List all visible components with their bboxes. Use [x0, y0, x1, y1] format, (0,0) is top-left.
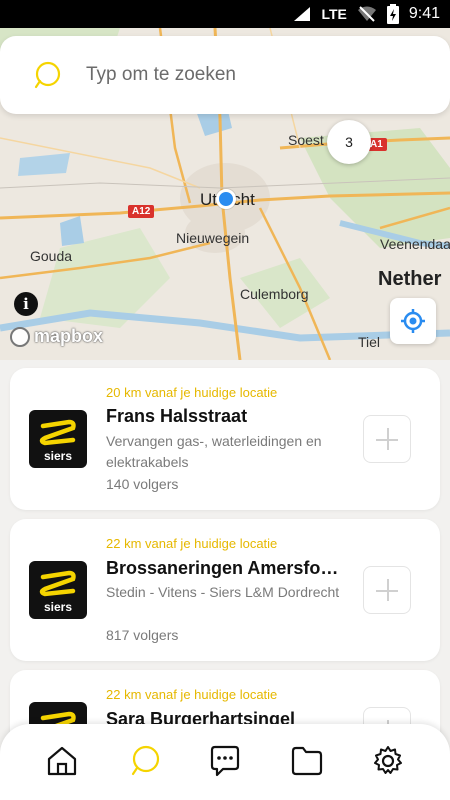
chat-icon[interactable] — [208, 744, 242, 778]
mapbox-logo-icon — [10, 326, 30, 347]
map-label-nieuwegein: Nieuwegein — [176, 230, 250, 246]
project-name: Brossaneringen Amersfo… — [106, 558, 339, 578]
map-label-veenendaal: Veenendaal — [380, 236, 450, 252]
network-type: LTE — [321, 6, 347, 22]
mapbox-attribution[interactable]: mapbox — [10, 326, 103, 347]
signal-icon — [294, 7, 311, 21]
search-icon[interactable] — [128, 744, 162, 778]
project-distance: 22 km vanaf je huidige locatie — [106, 536, 278, 551]
map-label-netherlands: Nether — [378, 268, 442, 290]
follow-button[interactable] — [363, 415, 411, 463]
status-bar: LTE 9:41 — [0, 0, 450, 28]
map-label-culemborg: Culemborg — [240, 286, 309, 302]
project-logo: siers — [29, 410, 87, 468]
locate-me-button[interactable] — [390, 298, 436, 344]
crosshair-icon — [401, 309, 425, 333]
svg-text:siers: siers — [44, 449, 72, 463]
siers-logo-icon: siers — [39, 419, 76, 463]
search-input[interactable]: Typ om te zoeken — [86, 64, 236, 86]
project-logo: siers — [29, 561, 87, 619]
battery-charging-icon — [386, 4, 399, 24]
map-label-gouda: Gouda — [30, 248, 73, 264]
project-distance: 20 km vanaf je huidige locatie — [106, 385, 278, 400]
project-followers: 140 volgers — [106, 476, 179, 492]
project-card[interactable]: siers 22 km vanaf je huidige locatie Bro… — [10, 519, 440, 661]
project-followers: 817 volgers — [106, 627, 179, 643]
map-label-tiel: Tiel — [358, 334, 381, 350]
info-icon[interactable]: i — [14, 292, 38, 316]
search-icon — [34, 61, 61, 89]
project-card[interactable]: siers 20 km vanaf je huidige locatie Fra… — [10, 368, 440, 510]
project-name: Frans Halsstraat — [106, 406, 248, 426]
map-cluster-marker[interactable]: 3 — [327, 120, 371, 164]
project-description: Vervangen gas-, waterleidingen en elektr… — [106, 433, 322, 470]
siers-logo-icon: siers — [39, 570, 76, 614]
current-location-marker — [216, 189, 236, 209]
road-badge-a12: A12 — [128, 205, 155, 218]
clock: 9:41 — [408, 5, 440, 22]
svg-text:siers: siers — [44, 600, 72, 614]
folder-icon[interactable] — [290, 744, 324, 778]
project-distance: 22 km vanaf je huidige locatie — [106, 687, 278, 702]
mapbox-attribution-text: mapbox — [34, 326, 104, 346]
wifi-off-icon — [357, 6, 376, 22]
map-label-soest: Soest — [288, 132, 324, 148]
bottom-navigation — [0, 724, 450, 800]
gear-icon[interactable] — [371, 744, 405, 778]
project-description: Stedin - Vitens - Siers L&M Dordrecht — [106, 584, 340, 600]
search-bar[interactable]: Typ om te zoeken — [0, 36, 450, 114]
follow-button[interactable] — [363, 566, 411, 614]
home-icon[interactable] — [45, 744, 79, 778]
